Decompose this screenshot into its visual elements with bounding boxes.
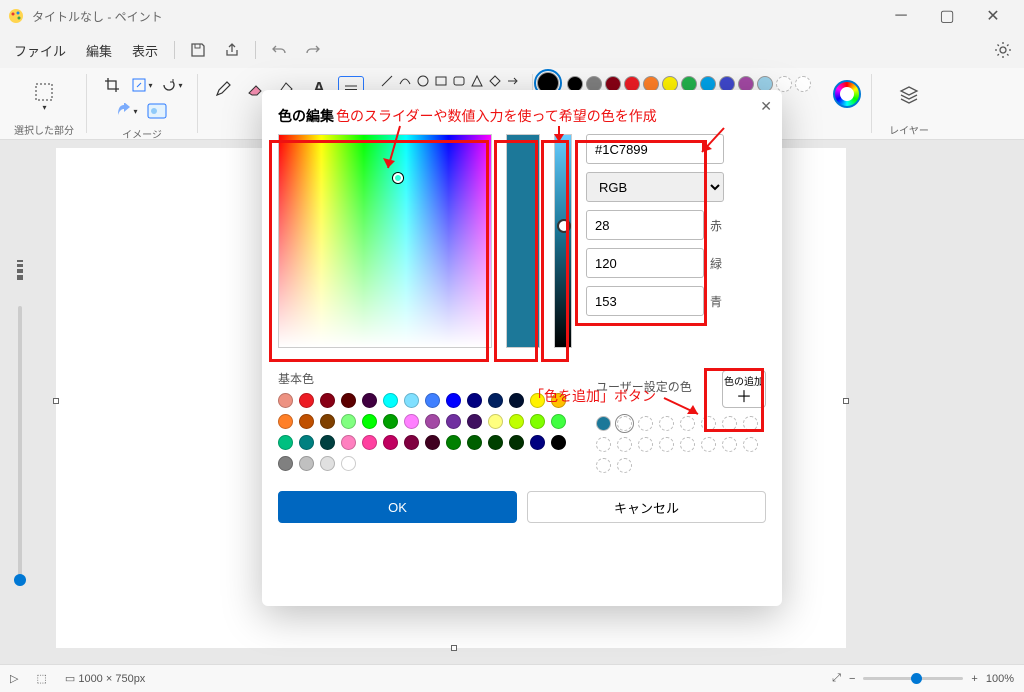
- basic-color-swatch[interactable]: [383, 435, 398, 450]
- color-mode-select[interactable]: RGB: [586, 172, 724, 202]
- basic-color-swatch[interactable]: [278, 456, 293, 471]
- user-color-swatch[interactable]: [617, 437, 632, 452]
- green-label: 緑: [710, 255, 724, 272]
- basic-color-swatch[interactable]: [446, 393, 461, 408]
- basic-color-swatch[interactable]: [362, 435, 377, 450]
- basic-color-swatch[interactable]: [320, 414, 335, 429]
- basic-color-swatch[interactable]: [278, 435, 293, 450]
- user-color-swatch[interactable]: [617, 416, 632, 431]
- user-color-swatch[interactable]: [659, 416, 674, 431]
- basic-color-swatch[interactable]: [341, 393, 356, 408]
- add-color-button[interactable]: 色の追加 ＋: [722, 370, 766, 408]
- basic-color-swatch[interactable]: [467, 414, 482, 429]
- red-label: 赤: [710, 217, 724, 234]
- user-color-swatch[interactable]: [638, 416, 653, 431]
- basic-color-swatch[interactable]: [299, 456, 314, 471]
- basic-color-swatch[interactable]: [383, 414, 398, 429]
- user-colors-label: ユーザー設定の色: [596, 378, 692, 395]
- user-color-swatch[interactable]: [680, 437, 695, 452]
- user-color-swatch[interactable]: [743, 416, 758, 431]
- basic-colors-label: 基本色: [278, 370, 578, 387]
- basic-color-swatch[interactable]: [425, 414, 440, 429]
- basic-color-swatch[interactable]: [320, 393, 335, 408]
- basic-color-swatch[interactable]: [446, 435, 461, 450]
- user-color-swatch[interactable]: [596, 458, 611, 473]
- basic-color-swatch[interactable]: [530, 393, 545, 408]
- basic-color-swatch[interactable]: [446, 414, 461, 429]
- basic-color-swatch[interactable]: [488, 414, 503, 429]
- basic-color-swatch[interactable]: [404, 393, 419, 408]
- plus-icon: ＋: [736, 390, 752, 406]
- basic-color-swatch[interactable]: [488, 393, 503, 408]
- basic-color-swatch[interactable]: [299, 435, 314, 450]
- basic-color-swatch[interactable]: [362, 414, 377, 429]
- basic-color-swatch[interactable]: [383, 393, 398, 408]
- basic-colors: [278, 393, 578, 471]
- basic-color-swatch[interactable]: [467, 393, 482, 408]
- red-input[interactable]: [586, 210, 704, 240]
- saturation-field[interactable]: [278, 134, 492, 348]
- user-color-swatch[interactable]: [596, 437, 611, 452]
- user-color-swatch[interactable]: [680, 416, 695, 431]
- basic-color-swatch[interactable]: [404, 435, 419, 450]
- user-color-swatch[interactable]: [722, 416, 737, 431]
- basic-color-swatch[interactable]: [278, 393, 293, 408]
- basic-color-swatch[interactable]: [530, 414, 545, 429]
- basic-color-swatch[interactable]: [509, 435, 524, 450]
- ok-button[interactable]: OK: [278, 491, 517, 523]
- basic-color-swatch[interactable]: [299, 414, 314, 429]
- user-color-swatch[interactable]: [617, 458, 632, 473]
- user-color-swatch[interactable]: [701, 437, 716, 452]
- blue-input[interactable]: [586, 286, 704, 316]
- basic-color-swatch[interactable]: [404, 414, 419, 429]
- basic-color-swatch[interactable]: [320, 456, 335, 471]
- user-color-swatch[interactable]: [722, 437, 737, 452]
- saturation-cursor[interactable]: [393, 173, 403, 183]
- basic-color-swatch[interactable]: [488, 435, 503, 450]
- user-colors: [596, 416, 766, 473]
- hue-slider[interactable]: [554, 134, 572, 348]
- cancel-button[interactable]: キャンセル: [527, 491, 766, 523]
- edit-color-dialog: ✕ 色の編集 RGB 赤 緑 青: [262, 90, 782, 606]
- basic-color-swatch[interactable]: [425, 435, 440, 450]
- green-input[interactable]: [586, 248, 704, 278]
- blue-label: 青: [710, 293, 724, 310]
- basic-color-swatch[interactable]: [341, 414, 356, 429]
- dialog-close-button[interactable]: ✕: [760, 98, 772, 115]
- basic-color-swatch[interactable]: [425, 393, 440, 408]
- add-color-label: 色の追加: [724, 373, 764, 388]
- basic-color-swatch[interactable]: [341, 435, 356, 450]
- basic-color-swatch[interactable]: [299, 393, 314, 408]
- user-color-swatch[interactable]: [596, 416, 611, 431]
- basic-color-swatch[interactable]: [551, 435, 566, 450]
- basic-color-swatch[interactable]: [530, 435, 545, 450]
- hue-thumb[interactable]: [557, 219, 571, 233]
- user-color-swatch[interactable]: [638, 437, 653, 452]
- basic-color-swatch[interactable]: [551, 393, 566, 408]
- hex-input[interactable]: [586, 134, 724, 164]
- basic-color-swatch[interactable]: [509, 414, 524, 429]
- basic-color-swatch[interactable]: [278, 414, 293, 429]
- basic-color-swatch[interactable]: [467, 435, 482, 450]
- user-color-swatch[interactable]: [701, 416, 716, 431]
- basic-color-swatch[interactable]: [362, 393, 377, 408]
- dialog-title: 色の編集: [278, 106, 766, 126]
- color-preview: [506, 134, 540, 348]
- basic-color-swatch[interactable]: [341, 456, 356, 471]
- basic-color-swatch[interactable]: [320, 435, 335, 450]
- basic-color-swatch[interactable]: [551, 414, 566, 429]
- basic-color-swatch[interactable]: [509, 393, 524, 408]
- user-color-swatch[interactable]: [659, 437, 674, 452]
- user-color-swatch[interactable]: [743, 437, 758, 452]
